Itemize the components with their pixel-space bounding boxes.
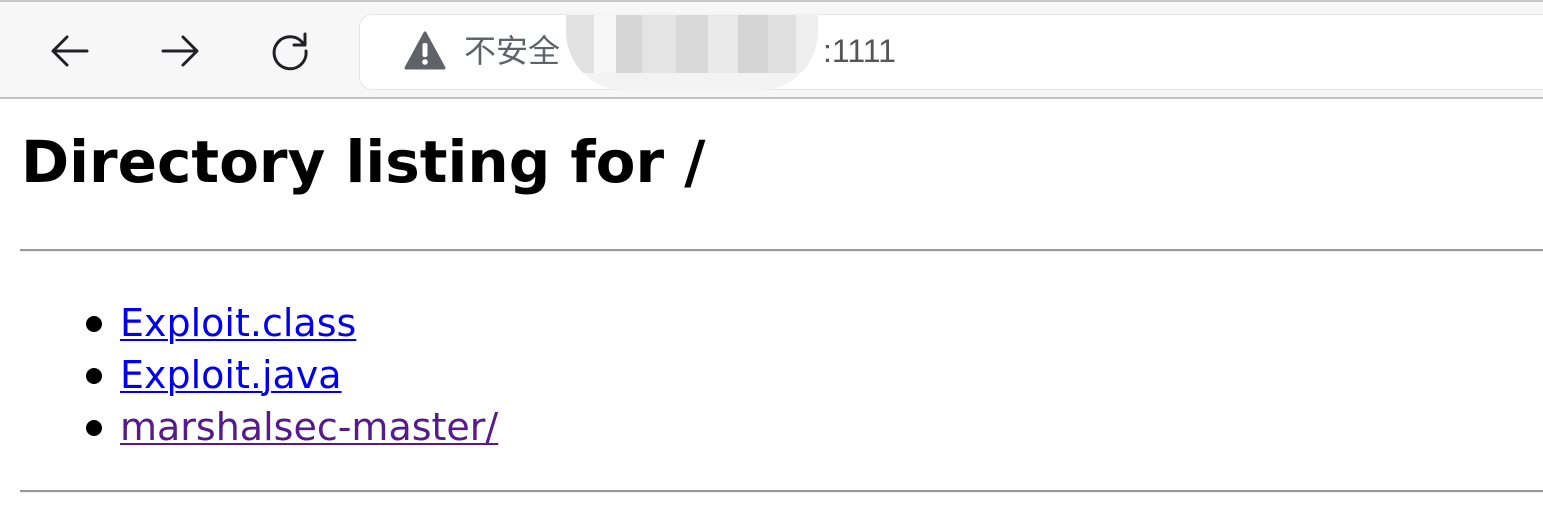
file-list: Exploit.class Exploit.java marshalsec-ma… — [0, 297, 498, 453]
divider — [20, 490, 1543, 493]
back-button[interactable] — [47, 28, 93, 74]
arrow-left-icon — [47, 28, 93, 74]
list-item: marshalsec-master/ — [0, 401, 498, 453]
url-port[interactable]: :1111 — [823, 31, 896, 71]
bullet-icon — [86, 316, 102, 332]
bullet-icon — [86, 368, 102, 384]
security-status-label[interactable]: 不安全 — [464, 31, 560, 71]
forward-button[interactable] — [157, 28, 203, 74]
page-title: Directory listing for / — [21, 128, 706, 196]
list-item: Exploit.class — [0, 297, 498, 349]
file-link-exploit-class[interactable]: Exploit.class — [120, 301, 356, 345]
folder-link-marshalsec-master[interactable]: marshalsec-master/ — [120, 405, 498, 449]
reload-icon — [267, 28, 313, 74]
page-content: Directory listing for / Exploit.class Ex… — [0, 99, 1543, 518]
arrow-right-icon — [157, 28, 203, 74]
list-item: Exploit.java — [0, 349, 498, 401]
redacted-url-host — [566, 13, 818, 91]
reload-button[interactable] — [267, 28, 313, 74]
divider — [20, 249, 1543, 252]
bullet-icon — [86, 420, 102, 436]
browser-toolbar: 不安全 :1111 — [0, 0, 1543, 99]
file-link-exploit-java[interactable]: Exploit.java — [120, 353, 342, 397]
address-bar[interactable]: 不安全 :1111 — [360, 13, 1543, 91]
warning-triangle-icon[interactable] — [404, 31, 446, 71]
